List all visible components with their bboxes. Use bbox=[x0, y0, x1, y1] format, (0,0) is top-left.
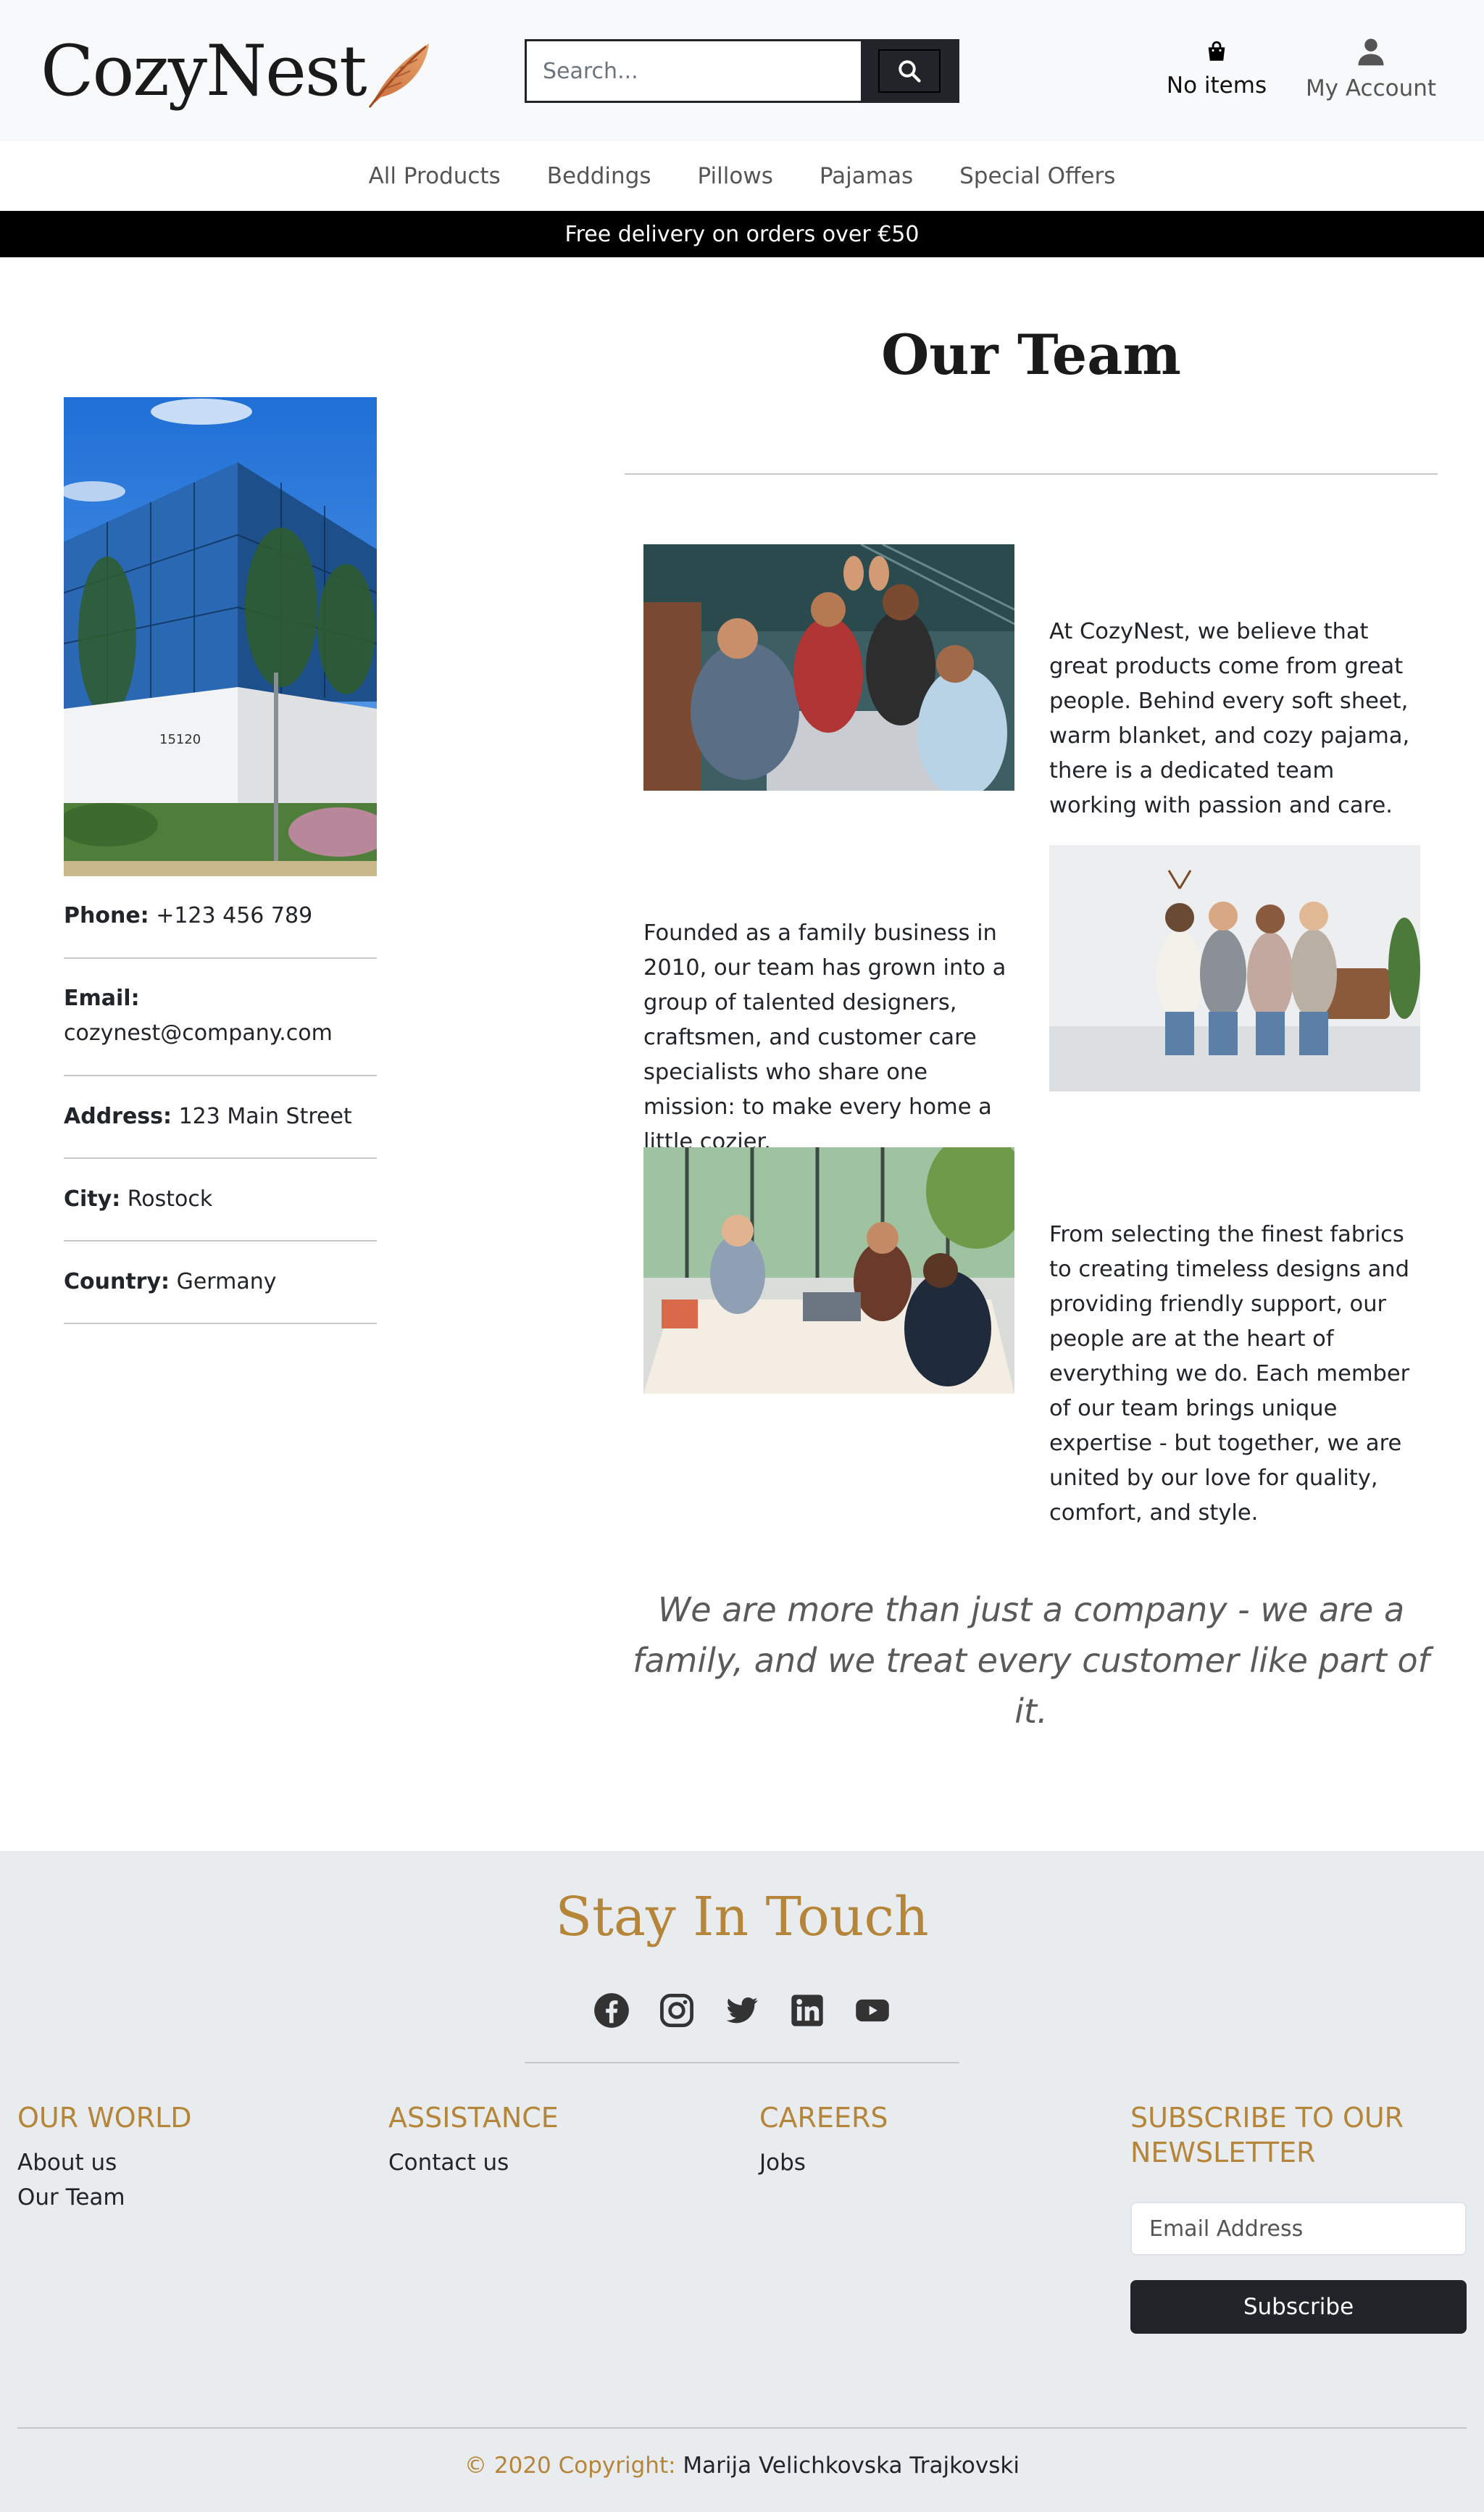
footer-heading: CAREERS bbox=[759, 2102, 888, 2134]
page-title: Our Team bbox=[881, 323, 1181, 387]
divider bbox=[525, 2062, 959, 2063]
phone-info: Phone: +123 456 789 bbox=[64, 899, 377, 933]
team-quote: We are more than just a company - we are… bbox=[633, 1590, 1430, 1731]
instagram-icon[interactable] bbox=[658, 1992, 696, 2029]
footer-col-newsletter: SUBSCRIBE TO OUR NEWSLETTER bbox=[1130, 2100, 1471, 2170]
youtube-icon[interactable] bbox=[854, 1992, 891, 2029]
search-input[interactable] bbox=[527, 41, 863, 101]
divider bbox=[64, 1075, 377, 1076]
footer-heading: ASSISTANCE bbox=[388, 2102, 559, 2134]
nav-item-all-products[interactable]: All Products bbox=[369, 163, 501, 189]
feather-logo-icon bbox=[368, 43, 429, 108]
team-paragraph-3: From selecting the finest fabrics to cre… bbox=[1049, 1222, 1410, 1526]
divider bbox=[64, 1157, 377, 1159]
team-meeting-image bbox=[643, 1147, 1014, 1394]
city-value: Rostock bbox=[127, 1186, 213, 1212]
subscribe-button[interactable]: Subscribe bbox=[1130, 2280, 1467, 2334]
stay-in-touch-heading: Stay In Touch bbox=[555, 1886, 929, 1948]
divider bbox=[64, 957, 377, 959]
team-paragraph-1: At CozyNest, we believe that great produ… bbox=[1049, 619, 1410, 818]
phone-label: Phone: bbox=[64, 903, 149, 928]
nav-item-special-offers[interactable]: Special Offers bbox=[959, 163, 1115, 189]
social-links bbox=[0, 1992, 1484, 2029]
country-value: Germany bbox=[176, 1269, 277, 1294]
twitter-icon[interactable] bbox=[723, 1992, 761, 2029]
nav-item-pillows[interactable]: Pillows bbox=[698, 163, 773, 189]
footer-col-our-world: OUR WORLD About us Our Team bbox=[17, 2100, 351, 2215]
email-info: Email: cozynest@company.com bbox=[64, 981, 377, 1051]
my-account-button[interactable]: My Account bbox=[1300, 36, 1442, 101]
copyright-prefix: © 2020 Copyright: bbox=[464, 2453, 676, 2479]
team-portrait-image bbox=[1049, 845, 1420, 1091]
divider bbox=[64, 1240, 377, 1242]
copyright: © 2020 Copyright: Marija Velichkovska Tr… bbox=[0, 2453, 1484, 2479]
team-paragraph-2: Founded as a family business in 2010, ou… bbox=[643, 920, 1006, 1155]
account-label: My Account bbox=[1305, 75, 1437, 101]
office-building-image: 15120 bbox=[64, 397, 377, 876]
phone-value: +123 456 789 bbox=[156, 903, 313, 928]
team-high-five-image bbox=[643, 544, 1014, 791]
newsletter-heading: SUBSCRIBE TO OUR NEWSLETTER bbox=[1130, 2102, 1404, 2168]
user-icon bbox=[1358, 38, 1384, 66]
nav-item-beddings[interactable]: Beddings bbox=[547, 163, 651, 189]
facebook-icon[interactable] bbox=[593, 1992, 630, 2029]
country-label: Country: bbox=[64, 1269, 170, 1294]
divider bbox=[64, 1323, 377, 1324]
divider bbox=[625, 473, 1438, 475]
main-nav: All Products Beddings Pillows Pajamas Sp… bbox=[0, 141, 1484, 211]
search-icon bbox=[898, 60, 921, 83]
footer-col-assistance: ASSISTANCE Contact us bbox=[388, 2100, 722, 2180]
footer-link-jobs[interactable]: Jobs bbox=[759, 2145, 1093, 2180]
site-header: CozyNest No items bbox=[0, 0, 1484, 141]
divider bbox=[17, 2427, 1467, 2429]
newsletter-email-input[interactable] bbox=[1130, 2202, 1467, 2255]
footer-link-contact-us[interactable]: Contact us bbox=[388, 2145, 722, 2180]
search-bar bbox=[525, 39, 959, 103]
footer-col-careers: CAREERS Jobs bbox=[759, 2100, 1093, 2180]
site-logo[interactable]: CozyNest bbox=[41, 36, 367, 106]
copyright-name[interactable]: Marija Velichkovska Trajkovski bbox=[683, 2453, 1020, 2479]
email-value[interactable]: cozynest@company.com bbox=[64, 1020, 333, 1046]
cart-button[interactable]: No items bbox=[1156, 39, 1277, 99]
email-label: Email: bbox=[64, 986, 140, 1011]
country-info: Country: Germany bbox=[64, 1265, 377, 1299]
city-label: City: bbox=[64, 1186, 121, 1212]
city-info: City: Rostock bbox=[64, 1182, 377, 1217]
footer-heading: OUR WORLD bbox=[17, 2102, 192, 2134]
address-info: Address: 123 Main Street bbox=[64, 1099, 377, 1134]
address-value: 123 Main Street bbox=[178, 1104, 352, 1129]
footer-link-about-us[interactable]: About us bbox=[17, 2145, 351, 2180]
shopping-bag-icon bbox=[1208, 41, 1225, 61]
linkedin-icon[interactable] bbox=[788, 1992, 826, 2029]
nav-item-pajamas[interactable]: Pajamas bbox=[820, 163, 913, 189]
footer-link-our-team[interactable]: Our Team bbox=[17, 2180, 351, 2215]
search-button[interactable] bbox=[861, 41, 957, 101]
delivery-banner: Free delivery on orders over €50 bbox=[0, 211, 1484, 257]
svg-text:15120: 15120 bbox=[159, 732, 201, 747]
address-label: Address: bbox=[64, 1104, 172, 1129]
cart-label: No items bbox=[1166, 72, 1267, 99]
delivery-banner-text: Free delivery on orders over €50 bbox=[564, 221, 920, 247]
